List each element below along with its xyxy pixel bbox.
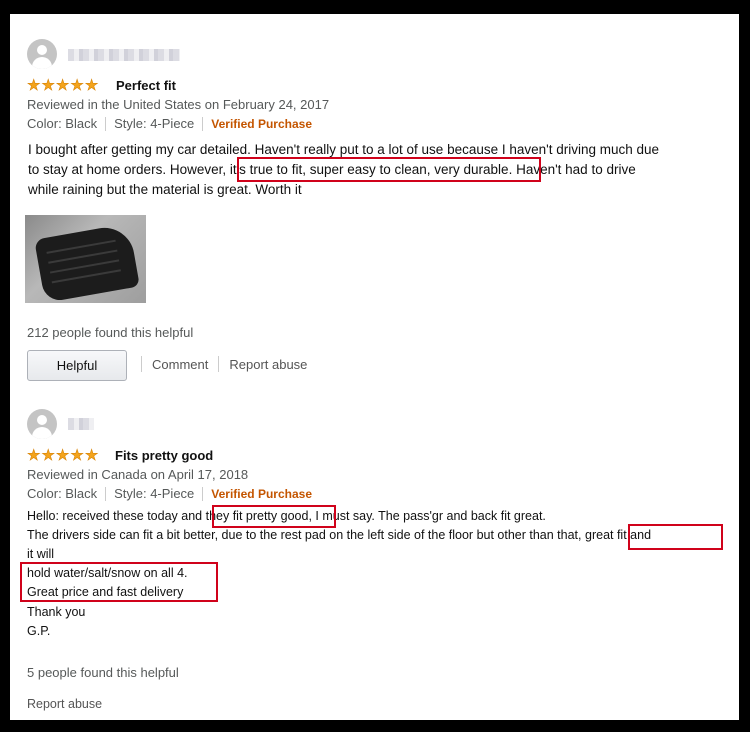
helpful-count: 5 people found this helpful — [27, 665, 179, 680]
variant-color[interactable]: Color: Black — [27, 486, 97, 501]
review-text-line: The drivers side can fit a bit better, d… — [27, 528, 651, 542]
divider — [218, 356, 220, 372]
comment-link[interactable]: Comment — [152, 357, 208, 372]
star-icon: ★ — [41, 76, 55, 94]
star-icon: ★ — [27, 446, 41, 464]
variant-style[interactable]: Style: 4-Piece — [114, 116, 194, 131]
reviewer-name-blurred[interactable] — [68, 418, 94, 430]
variant-style[interactable]: Style: 4-Piece — [114, 486, 194, 501]
star-icon: ★ — [70, 76, 84, 94]
review-text-segment: , I must say. The pass'gr and back fit g… — [308, 509, 546, 523]
review-title[interactable]: Perfect fit — [116, 78, 176, 93]
report-abuse-link[interactable]: Report abuse — [229, 357, 307, 372]
star-icon: ★ — [41, 446, 55, 464]
highlight-box — [212, 505, 336, 528]
verified-purchase-badge[interactable]: Verified Purchase — [211, 117, 312, 131]
review-text-segment: to stay at home orders. However, — [28, 162, 230, 177]
divider — [105, 486, 107, 501]
user-avatar-icon[interactable] — [27, 39, 57, 69]
review-text-segment: Hello: received these today and — [27, 509, 206, 523]
helpful-button[interactable]: Helpful — [27, 350, 127, 381]
highlight-box — [20, 562, 218, 602]
helpful-count: 212 people found this helpful — [27, 325, 194, 340]
review-text-segment: The drivers side can fit a bit better, d… — [27, 528, 582, 542]
review-text-line: Thank you — [27, 605, 86, 619]
divider — [105, 116, 107, 131]
review-variant-info: Color: Black Style: 4-Piece Verified Pur… — [27, 486, 312, 501]
review-photo[interactable] — [25, 215, 146, 303]
star-rating: ★ ★ ★ ★ ★ — [27, 446, 99, 464]
divider — [202, 486, 204, 501]
divider — [202, 116, 204, 131]
review-text-line: G.P. — [27, 624, 51, 638]
review-text-line: while raining but the material is great.… — [28, 182, 302, 197]
star-icon: ★ — [70, 446, 84, 464]
verified-purchase-badge[interactable]: Verified Purchase — [211, 487, 312, 501]
star-icon: ★ — [27, 76, 41, 94]
review-text-line: it will — [27, 547, 55, 561]
review-actions: Comment Report abuse — [141, 356, 307, 372]
review-date: Reviewed in the United States on Februar… — [27, 97, 330, 112]
review-title[interactable]: Fits pretty good — [115, 448, 213, 463]
reviews-panel: ★ ★ ★ ★ ★ Perfect fit Reviewed in the Un… — [10, 14, 739, 720]
review-date: Reviewed in Canada on April 17, 2018 — [27, 467, 249, 482]
user-avatar-icon[interactable] — [27, 409, 57, 439]
star-icon: ★ — [55, 76, 70, 94]
review-variant-info: Color: Black Style: 4-Piece Verified Pur… — [27, 116, 312, 131]
reviewer-name-blurred[interactable] — [68, 49, 180, 61]
floor-mat-image — [34, 223, 140, 303]
star-rating: ★ ★ ★ ★ ★ — [27, 76, 99, 94]
variant-color[interactable]: Color: Black — [27, 116, 97, 131]
star-icon: ★ — [84, 76, 99, 94]
report-abuse-link[interactable]: Report abuse — [27, 697, 102, 711]
highlight-box — [628, 524, 723, 550]
divider — [141, 356, 142, 372]
star-icon: ★ — [55, 446, 70, 464]
star-icon: ★ — [84, 446, 99, 464]
highlight-box — [237, 157, 541, 182]
